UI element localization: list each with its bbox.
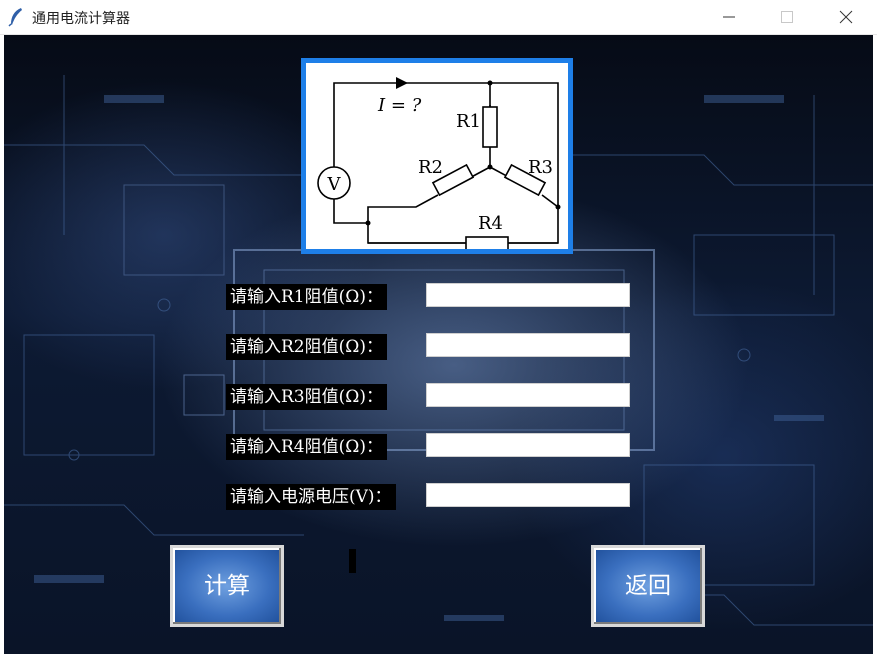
main-window-area: V I = ? R1 R2 R3 R4 请输入R1阻值(Ω)： 请输入R2阻值(… xyxy=(4,35,873,654)
r4-label: R4 xyxy=(478,213,503,234)
title-bar[interactable]: 通用电流计算器 xyxy=(0,0,877,35)
r2-label-text: 请输入R2阻值(Ω)： xyxy=(226,334,387,360)
r3-input[interactable] xyxy=(426,383,630,407)
minimize-button[interactable] xyxy=(700,0,758,34)
r1-label: R1 xyxy=(456,111,481,132)
current-arrow-icon xyxy=(396,77,408,89)
close-button[interactable] xyxy=(817,0,875,34)
current-label: I = ? xyxy=(377,95,422,116)
r2-label: R2 xyxy=(418,157,443,178)
maximize-icon xyxy=(781,11,793,23)
r3-label-text: 请输入R3阻值(Ω)： xyxy=(226,384,387,410)
calculate-button[interactable]: 计算 xyxy=(170,545,284,627)
r4-label-text: 请输入R4阻值(Ω)： xyxy=(226,434,387,460)
result-label xyxy=(349,549,356,573)
voltmeter-label: V xyxy=(327,174,342,195)
window-title: 通用电流计算器 xyxy=(32,11,130,27)
circuit-diagram: V I = ? R1 R2 R3 R4 xyxy=(301,58,573,254)
maximize-button[interactable] xyxy=(758,0,816,34)
r1-label-text: 请输入R1阻值(Ω)： xyxy=(226,284,387,310)
back-button[interactable]: 返回 xyxy=(591,545,705,627)
r4-input[interactable] xyxy=(426,433,630,457)
close-icon xyxy=(839,10,853,24)
minimize-icon xyxy=(723,16,735,18)
voltage-input[interactable] xyxy=(426,483,630,507)
feather-icon xyxy=(8,8,22,27)
voltage-label-text: 请输入电源电压(V)： xyxy=(226,484,396,510)
r2-input[interactable] xyxy=(426,333,630,357)
resistor-r4 xyxy=(465,236,509,249)
voltmeter: V xyxy=(317,166,351,200)
r1-input[interactable] xyxy=(426,283,630,307)
r3-label: R3 xyxy=(528,157,553,178)
